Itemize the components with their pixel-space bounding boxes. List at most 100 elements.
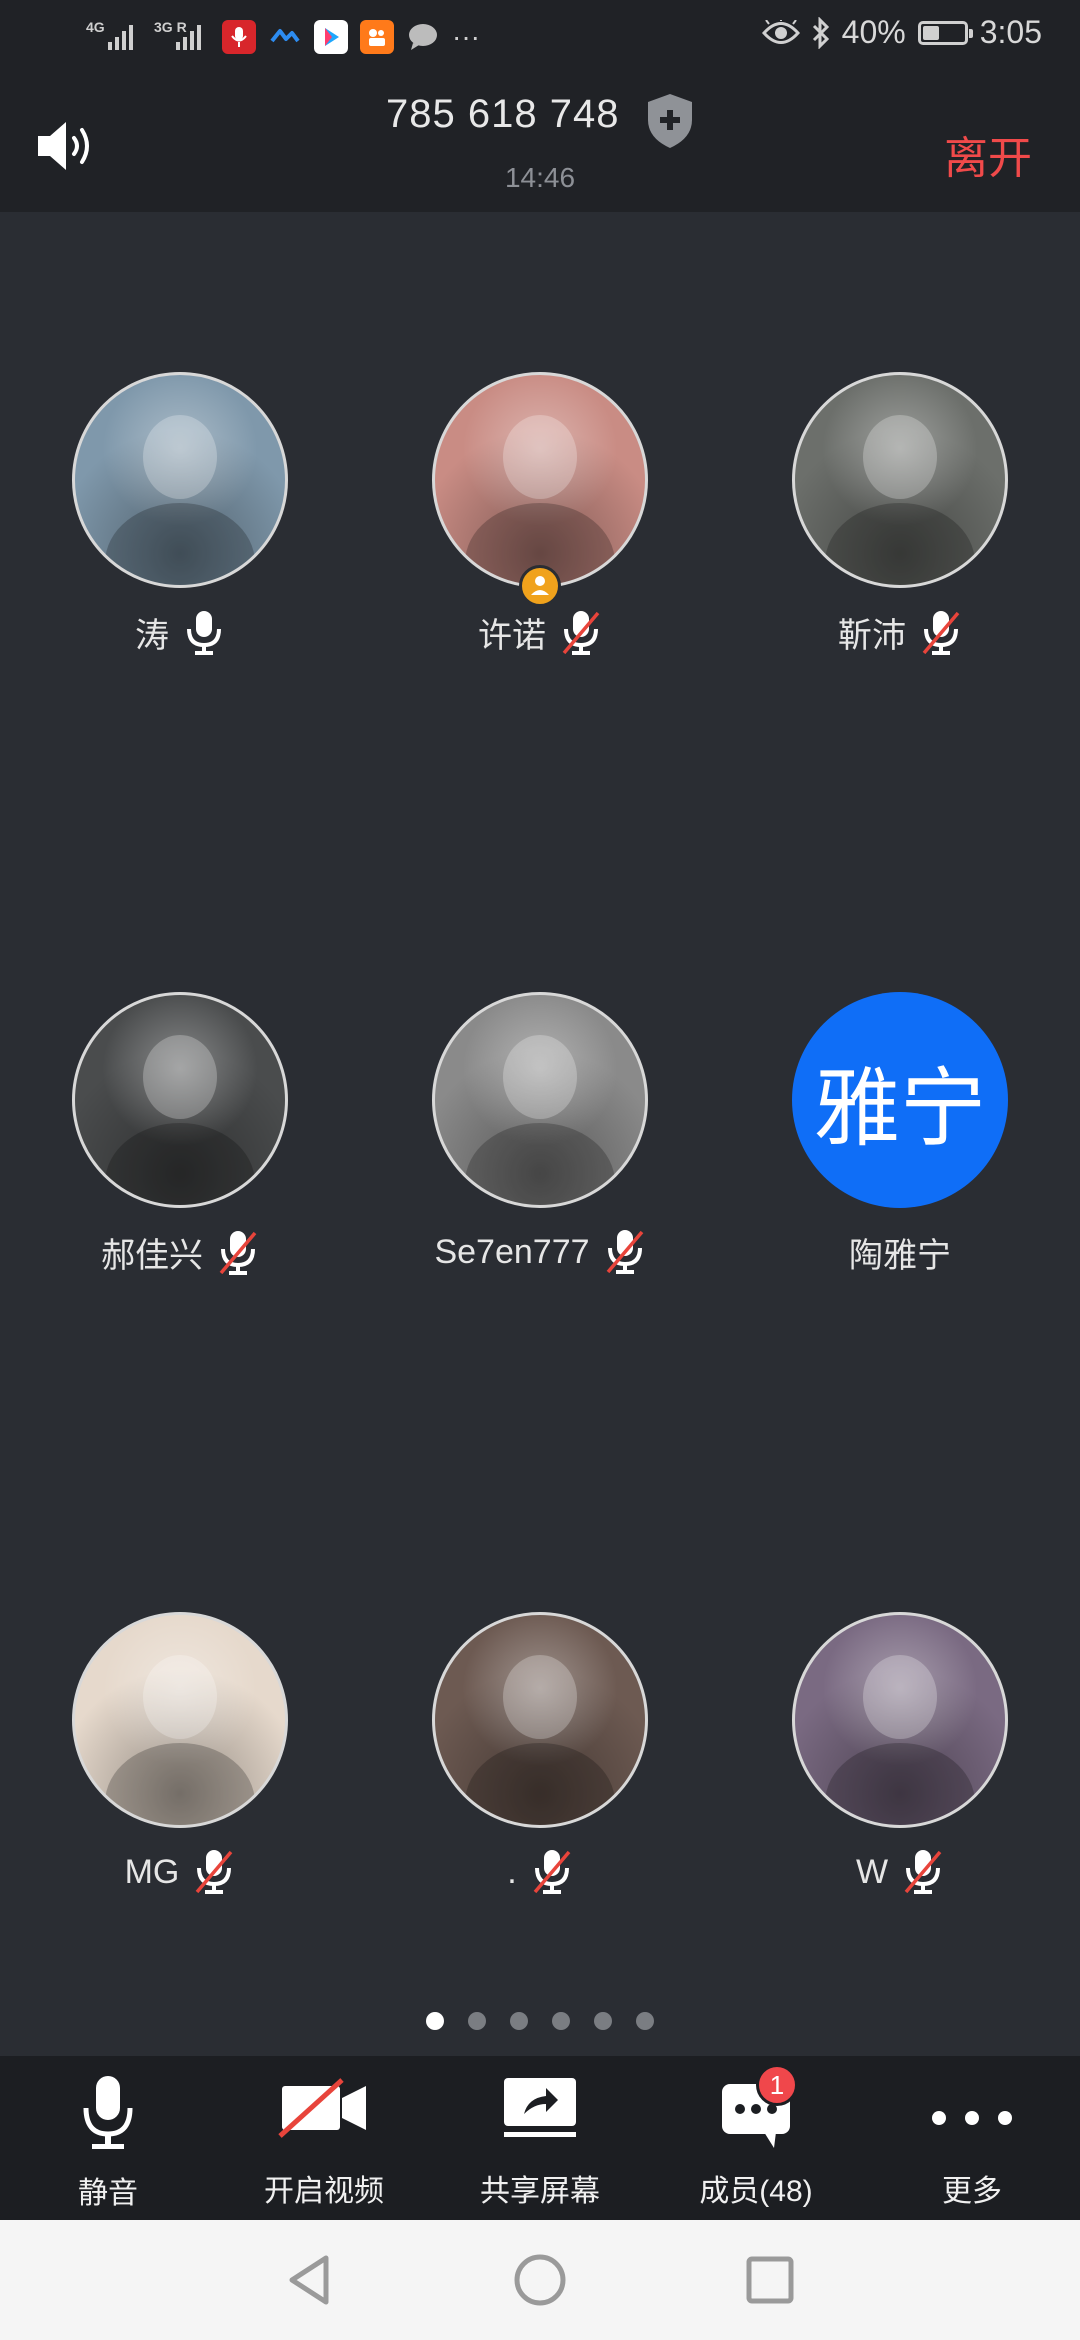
status-right: 40% 3:05	[761, 14, 1042, 51]
start-video-label: 开启视频	[264, 2175, 384, 2208]
mic-muted-icon	[219, 1230, 257, 1275]
recorder-app-icon	[222, 20, 256, 54]
participant-tile[interactable]: .	[360, 1612, 720, 1912]
share-screen-label: 共享屏幕	[480, 2175, 600, 2208]
more-notifications-icon: ···	[452, 21, 480, 52]
avatar-photo-figure	[503, 1035, 577, 1119]
more-label: 更多	[942, 2175, 1002, 2208]
meeting-duration: 14:46	[504, 162, 576, 193]
avatar	[432, 372, 648, 588]
page-dot[interactable]	[426, 2012, 444, 2030]
avatar	[792, 1612, 1008, 1828]
participant-tile[interactable]: MG	[0, 1612, 360, 1912]
participant-tile[interactable]: 郝佳兴	[0, 992, 360, 1292]
security-shield-button[interactable]	[644, 92, 696, 150]
members-badge: 1	[756, 2064, 798, 2106]
participant-name-row: .	[360, 1848, 720, 1896]
meeting-toolbar: 静音 开启视频 共享屏幕 1 成员(48) 更多	[0, 2056, 1080, 2220]
signal-bars-icon	[108, 25, 133, 50]
avatar-photo-figure	[863, 415, 937, 499]
page-dot[interactable]	[510, 2012, 528, 2030]
system-nav-bar	[0, 2220, 1080, 2340]
status-bar: 4G 3G R ··· 40% 3:05	[0, 0, 1080, 78]
avatar-photo-figure	[143, 1035, 217, 1119]
avatar-photo-body	[105, 1743, 255, 1825]
clock: 3:05	[979, 14, 1042, 50]
page-dot[interactable]	[594, 2012, 612, 2030]
mic-muted-icon	[904, 1850, 942, 1894]
back-button[interactable]	[280, 2250, 340, 2310]
battery-fill	[922, 25, 939, 40]
share-screen-icon	[504, 2078, 576, 2137]
avatar-photo-body	[465, 1123, 615, 1205]
youku-app-icon	[314, 20, 348, 54]
leave-button[interactable]: 离开	[944, 122, 1032, 186]
status-left: 4G 3G R ···	[86, 18, 480, 56]
participant-name: 陶雅宁	[849, 1237, 951, 1275]
signal-1-label: 4G	[86, 19, 105, 35]
avatar	[72, 1612, 288, 1828]
share-screen-button[interactable]: 共享屏幕	[432, 2056, 648, 2220]
page-indicator[interactable]	[0, 2012, 1080, 2030]
avatar-photo-body	[105, 503, 255, 585]
page-dot[interactable]	[552, 2012, 570, 2030]
eye-comfort-icon	[761, 19, 800, 44]
mute-button[interactable]: 静音	[0, 2056, 216, 2220]
participant-tile[interactable]: W	[720, 1612, 1080, 1912]
participant-tile[interactable]: 靳沛	[720, 372, 1080, 672]
page-dot[interactable]	[636, 2012, 654, 2030]
meeting-header: 785 618 748 14:46 离开	[0, 78, 1080, 212]
participant-tile[interactable]: 雅宁 陶雅宁	[720, 992, 1080, 1292]
participant-tile[interactable]: 许诺	[360, 372, 720, 672]
participant-name: 涛	[135, 617, 169, 655]
avatar	[72, 372, 288, 588]
battery-icon	[917, 20, 973, 45]
start-video-button[interactable]: 开启视频	[216, 2056, 432, 2220]
mic-muted-icon	[922, 610, 960, 655]
participant-name-row: Se7en777	[360, 1228, 720, 1276]
avatar-photo-body	[105, 1123, 255, 1205]
battery-percent: 40%	[841, 14, 906, 50]
participant-name: 许诺	[478, 617, 546, 655]
avatar-photo-figure	[863, 1655, 937, 1739]
participant-name: 靳沛	[838, 617, 906, 655]
back-triangle-icon	[289, 2255, 329, 2305]
participant-name-row: MG	[0, 1848, 360, 1896]
home-button[interactable]	[510, 2250, 570, 2310]
avatar-photo-body	[825, 1743, 975, 1825]
avatar-photo-figure	[143, 415, 217, 499]
recents-square-icon	[746, 2256, 794, 2304]
mic-muted-icon	[562, 610, 600, 655]
participant-name: .	[507, 1852, 517, 1891]
avatar-photo-figure	[503, 1655, 577, 1739]
participant-name-row: 涛	[0, 608, 360, 657]
avatar	[792, 372, 1008, 588]
participant-name: Se7en777	[434, 1232, 590, 1271]
signal-strength-icon-1: 4G	[86, 18, 142, 56]
more-dots-icon	[932, 2111, 1012, 2125]
participant-name-row: 靳沛	[720, 608, 1080, 657]
page-dot[interactable]	[468, 2012, 486, 2030]
avatar-photo-body	[825, 503, 975, 585]
members-label: 成员(48)	[699, 2175, 813, 2208]
more-button[interactable]: 更多	[864, 2056, 1080, 2220]
meeting-id[interactable]: 785 618 748	[386, 92, 619, 137]
participant-name: 郝佳兴	[101, 1237, 203, 1275]
recents-button[interactable]	[740, 2250, 800, 2310]
participant-name: MG	[124, 1852, 180, 1891]
kuaishou-app-icon	[360, 20, 394, 54]
participant-name-row: W	[720, 1848, 1080, 1896]
mute-label: 静音	[78, 2177, 138, 2210]
avatar	[432, 992, 648, 1208]
participant-tile[interactable]: 涛	[0, 372, 360, 672]
dingtalk-app-icon	[268, 20, 302, 54]
participant-name-row: 陶雅宁	[720, 1228, 1080, 1277]
participant-tile[interactable]: Se7en777	[360, 992, 720, 1292]
avatar-photo-figure	[503, 415, 577, 499]
members-button[interactable]: 1 成员(48)	[648, 2056, 864, 2220]
mic-muted-icon	[196, 1850, 233, 1894]
microphone-icon	[187, 610, 221, 655]
avatar-photo-body	[465, 1743, 615, 1825]
meeting-screen: 4G 3G R ··· 40% 3:05 785 618 748 14:46 离…	[0, 0, 1080, 2340]
participant-name-row: 郝佳兴	[0, 1228, 360, 1277]
